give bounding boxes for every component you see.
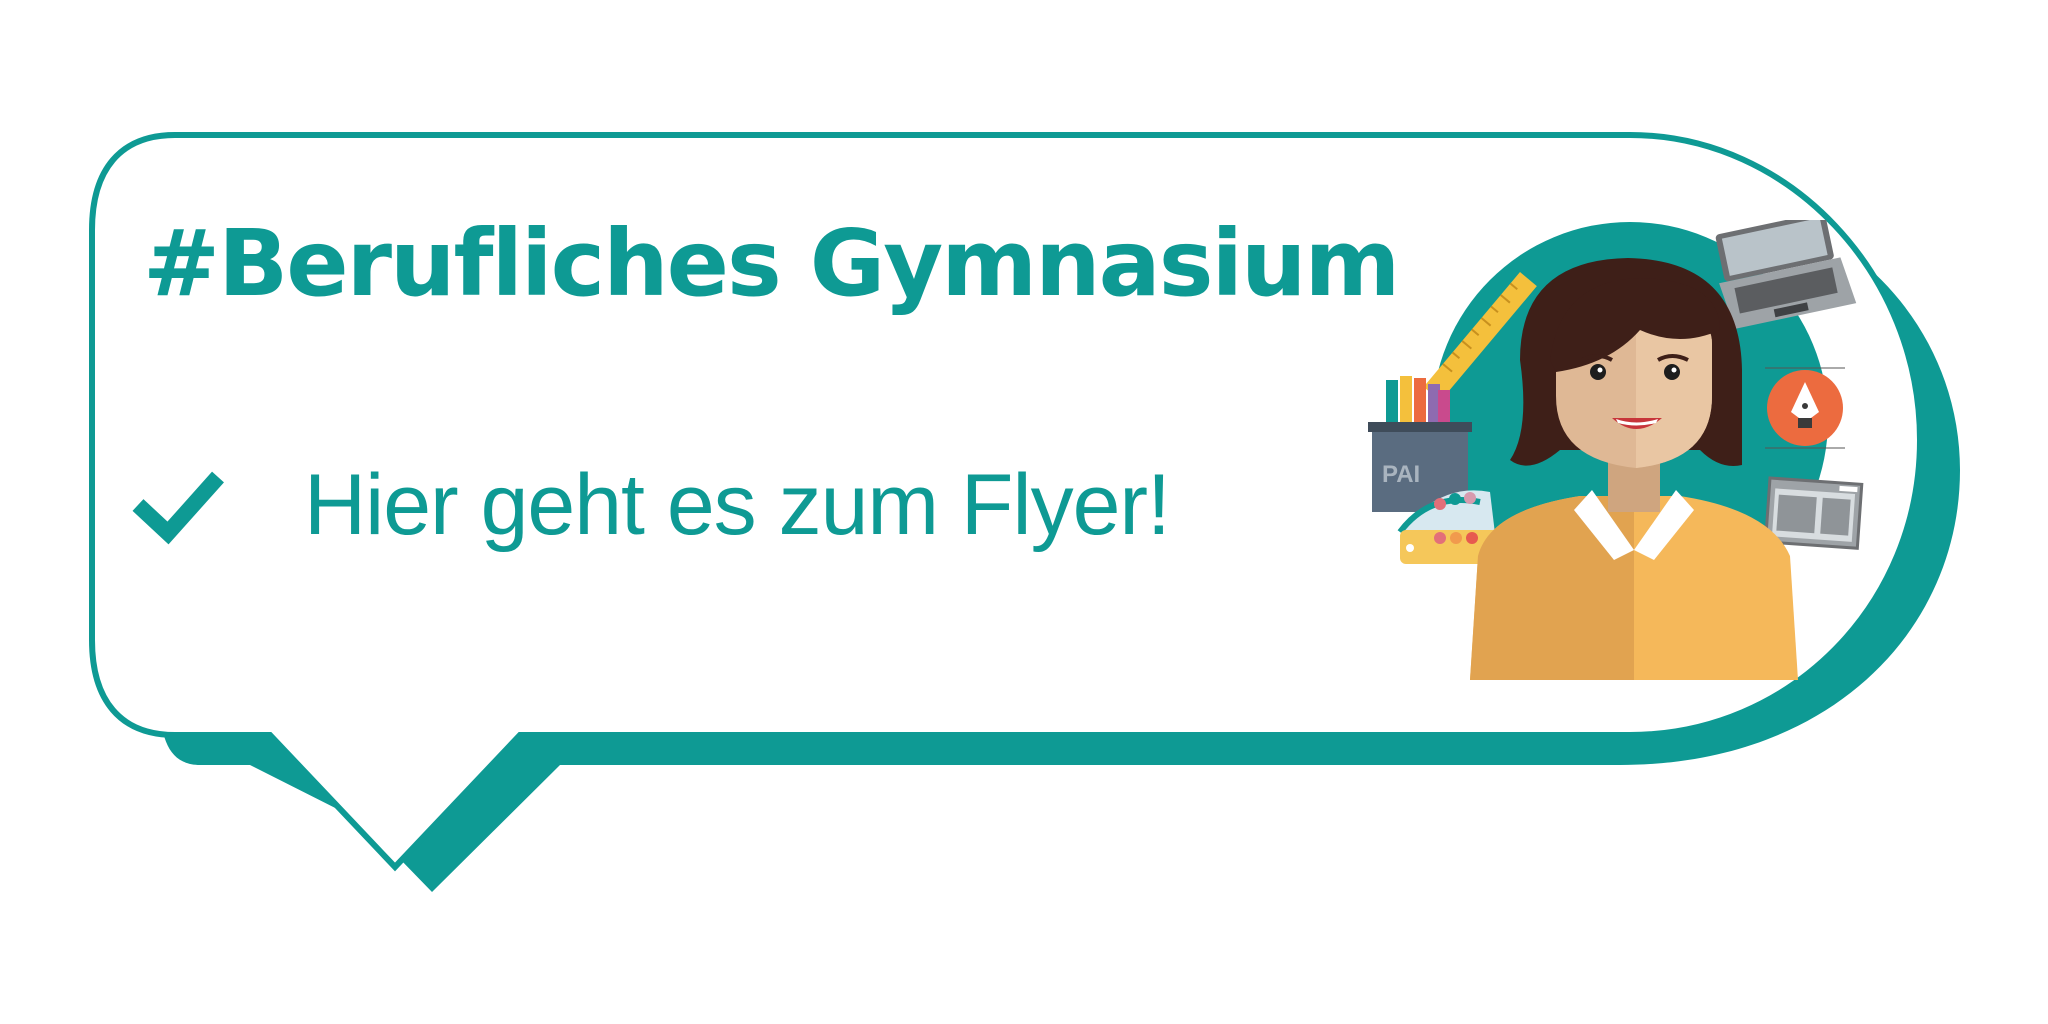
speech-bubble-banner: #Berufliches Gymnasium Hier geht es zum … [0,0,2048,1024]
laptop-icon [1715,220,1857,329]
check-icon [132,471,224,545]
flyer-link-label: Hier geht es zum Flyer! [304,457,1171,553]
student-illustration: PAI [1368,220,1864,680]
paint-label: PAI [1382,461,1420,488]
page-title: #Berufliches Gymnasium [143,210,1400,317]
browser-window-icon [1763,476,1864,550]
flyer-link[interactable]: Hier geht es zum Flyer! [130,457,1171,553]
